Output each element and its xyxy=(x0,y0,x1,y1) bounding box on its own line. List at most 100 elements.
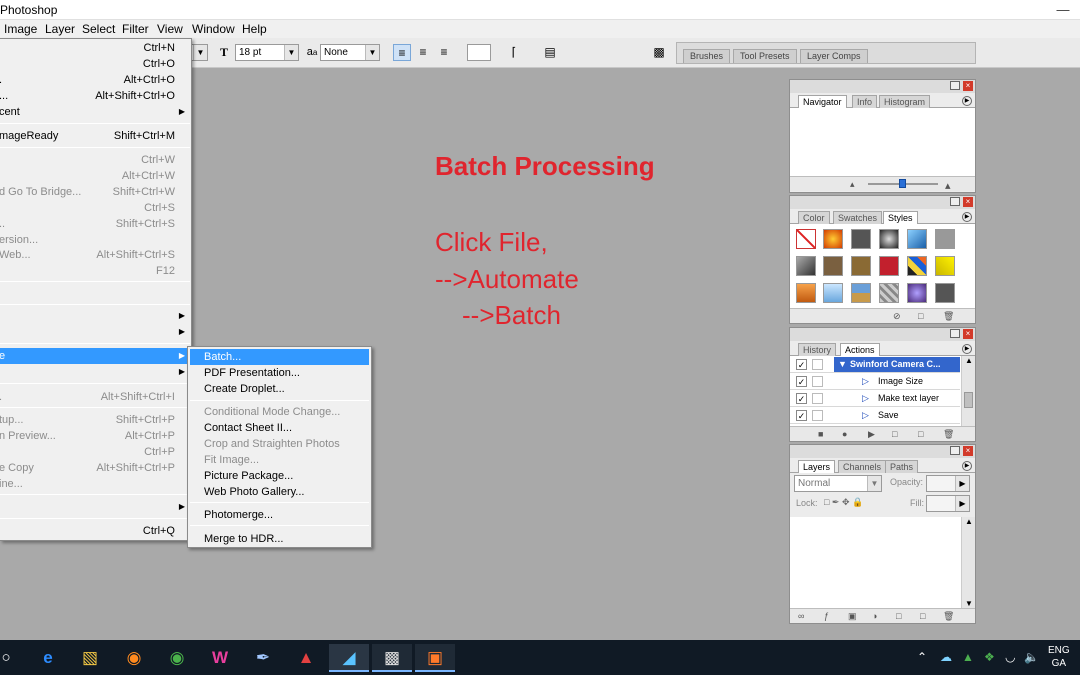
delete-layer-icon[interactable]: 🗑 xyxy=(943,611,954,622)
menu-window[interactable]: Window xyxy=(192,22,235,36)
photoshop-icon[interactable]: ◢ xyxy=(329,644,369,672)
menu-view[interactable]: View xyxy=(157,22,183,36)
actions-scrollbar[interactable]: ▲ xyxy=(961,356,975,426)
zoom-slider-thumb[interactable] xyxy=(899,179,906,188)
zoom-out-icon[interactable]: ▴ xyxy=(850,179,855,190)
expand-arrow-icon[interactable]: ▼ xyxy=(838,356,847,372)
action-row[interactable]: ✓ ▷ Make text layer xyxy=(790,390,960,407)
tab-navigator[interactable]: Navigator xyxy=(798,95,847,108)
style-swatch[interactable] xyxy=(907,283,927,303)
style-swatch[interactable] xyxy=(935,256,955,276)
dropbox-icon[interactable]: ❖ xyxy=(984,650,995,664)
checkmark-icon[interactable]: ✓ xyxy=(796,376,807,387)
fill-field[interactable]: ▶ xyxy=(926,495,970,512)
file-menu-item[interactable]: ▶ xyxy=(0,364,190,380)
app-icon[interactable]: ▣ xyxy=(415,644,455,672)
tab-styles[interactable]: Styles xyxy=(883,211,918,224)
tab-channels[interactable]: Channels xyxy=(838,460,887,473)
file-menu-item-exit[interactable]: Ctrl+Q xyxy=(0,523,190,539)
style-swatch[interactable] xyxy=(935,229,955,249)
tab-histogram[interactable]: Histogram xyxy=(879,95,931,108)
new-set-icon[interactable]: □ xyxy=(892,429,897,439)
close-panel-icon[interactable]: × xyxy=(963,81,973,91)
menu-item-pdf-presentation[interactable]: PDF Presentation... xyxy=(190,365,369,381)
antialias-dropdown[interactable]: None ▼ xyxy=(320,44,380,61)
style-swatch[interactable] xyxy=(907,229,927,249)
panel-menu-icon[interactable]: ▶ xyxy=(962,212,972,222)
image-viewer-icon[interactable]: ▩ xyxy=(372,644,412,672)
menu-item-web-photo-gallery[interactable]: Web Photo Gallery... xyxy=(190,484,369,500)
layer-style-icon[interactable]: ƒ xyxy=(824,611,829,621)
winamp-icon[interactable]: W xyxy=(200,644,240,672)
style-swatch[interactable] xyxy=(823,229,843,249)
clear-style-icon[interactable]: ⊘ xyxy=(893,311,901,322)
menu-item-picture-package[interactable]: Picture Package... xyxy=(190,468,369,484)
dialog-toggle[interactable] xyxy=(812,376,823,387)
new-style-icon[interactable]: □ xyxy=(918,311,923,321)
chrome-icon[interactable]: ◉ xyxy=(157,644,197,672)
menu-image[interactable]: Image xyxy=(4,22,37,36)
record-icon[interactable]: ● xyxy=(842,429,847,439)
opacity-field[interactable]: ▶ xyxy=(926,475,970,492)
palettes-icon[interactable]: ▤ xyxy=(541,44,559,61)
well-tab-brushes[interactable]: Brushes xyxy=(683,49,731,63)
play-icon[interactable]: ▶ xyxy=(868,429,875,440)
paint-icon[interactable]: ✒ xyxy=(243,644,283,672)
close-panel-icon[interactable]: × xyxy=(963,446,973,456)
align-left-icon[interactable]: ≡ xyxy=(393,44,411,61)
wifi-icon[interactable]: ◡ xyxy=(1005,650,1015,664)
lock-icons[interactable]: □ ✒ ✥ 🔒 xyxy=(824,497,863,508)
menu-item-photomerge[interactable]: Photomerge... xyxy=(190,507,369,523)
file-menu-item[interactable]: ▶ xyxy=(0,324,190,340)
style-swatch[interactable] xyxy=(879,229,899,249)
menu-item-merge-to-hdr[interactable]: Merge to HDR... xyxy=(190,531,369,547)
tab-history[interactable]: History xyxy=(798,343,837,356)
file-menu-item-automate[interactable]: e ▶ xyxy=(0,348,190,364)
well-tab-layer-comps[interactable]: Layer Comps xyxy=(800,49,868,63)
style-swatch[interactable] xyxy=(823,283,843,303)
minimize-panel-icon[interactable] xyxy=(950,446,960,455)
file-menu-item[interactable]: mageReady Shift+Ctrl+M xyxy=(0,128,190,144)
stop-icon[interactable]: ■ xyxy=(818,429,823,439)
well-tab-tool-presets[interactable]: Tool Presets xyxy=(733,49,797,63)
file-menu-item[interactable]: ▶ xyxy=(0,308,190,324)
show-hidden-icons-icon[interactable]: ⌃ xyxy=(917,650,927,664)
style-swatch[interactable] xyxy=(796,283,816,303)
action-row[interactable]: ✓ ▷ Save xyxy=(790,407,960,424)
new-action-icon[interactable]: □ xyxy=(918,429,923,439)
style-swatch[interactable] xyxy=(907,256,927,276)
style-swatch[interactable] xyxy=(851,256,871,276)
menu-item-batch[interactable]: Batch... xyxy=(190,349,369,365)
font-size-field[interactable]: 18 pt ▼ xyxy=(235,44,299,61)
style-swatch[interactable] xyxy=(879,256,899,276)
checkmark-icon[interactable]: ✓ xyxy=(796,393,807,404)
close-panel-icon[interactable]: × xyxy=(963,197,973,207)
delete-style-icon[interactable]: 🗑 xyxy=(943,311,954,322)
tab-info[interactable]: Info xyxy=(852,95,878,108)
align-right-icon[interactable]: ≡ xyxy=(435,44,453,61)
menu-item-create-droplet[interactable]: Create Droplet... xyxy=(190,381,369,397)
volume-icon[interactable]: 🔈 xyxy=(1024,650,1039,664)
go-to-bridge-icon[interactable]: ▩ xyxy=(650,44,668,61)
tab-layers[interactable]: Layers xyxy=(798,460,836,473)
menu-filter[interactable]: Filter xyxy=(122,22,149,36)
drive-icon[interactable]: ▲ xyxy=(962,650,974,664)
file-menu-item-recent[interactable]: cent ▶ xyxy=(0,104,190,120)
link-layers-icon[interactable]: ∞ xyxy=(798,611,804,621)
delete-action-icon[interactable]: 🗑 xyxy=(943,429,954,440)
file-menu-item[interactable]: Ctrl+N xyxy=(0,40,190,56)
firefox-icon[interactable]: ◉ xyxy=(114,644,154,672)
file-explorer-icon[interactable]: ▧ xyxy=(70,644,110,672)
style-swatch[interactable] xyxy=(879,283,899,303)
dialog-toggle[interactable] xyxy=(812,410,823,421)
tab-paths[interactable]: Paths xyxy=(885,460,919,473)
dialog-toggle[interactable] xyxy=(812,359,823,370)
file-menu-item[interactable]: Ctrl+O xyxy=(0,56,190,72)
style-swatch[interactable] xyxy=(823,256,843,276)
zoom-in-icon[interactable]: ▴ xyxy=(945,179,951,192)
edge-icon[interactable]: e xyxy=(28,644,68,672)
language-indicator[interactable]: ENG GA xyxy=(1048,644,1070,670)
menu-layer[interactable]: Layer xyxy=(45,22,75,36)
text-color-swatch[interactable] xyxy=(467,44,491,61)
warp-text-icon[interactable]: ⌈ xyxy=(505,44,523,61)
